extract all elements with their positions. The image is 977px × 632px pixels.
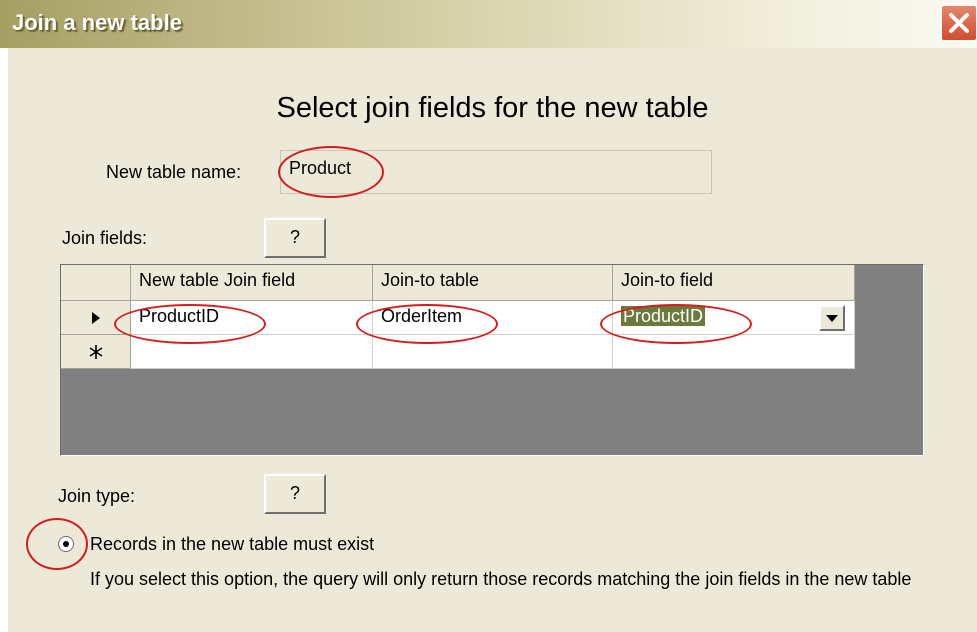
new-table-name-label: New table name: — [106, 162, 242, 182]
cell-value: OrderItem — [381, 306, 463, 326]
new-table-name-field[interactable]: Product — [280, 150, 712, 194]
close-icon — [949, 13, 969, 33]
records-must-exist-option-label[interactable]: Records in the new table must exist — [90, 534, 374, 555]
join-type-description: If you select this option, the query wil… — [90, 569, 912, 589]
new-table-name-value: Product — [289, 158, 352, 178]
new-row-cell[interactable] — [613, 335, 855, 369]
close-button[interactable] — [941, 5, 977, 41]
join-fields-label: Join fields: — [62, 228, 148, 248]
new-row-cell[interactable] — [131, 335, 373, 369]
dialog-heading: Select join fields for the new table — [276, 92, 709, 124]
new-record-asterisk-icon — [89, 345, 102, 359]
window-title: Join a new table — [12, 10, 182, 35]
join-fields-help-button[interactable]: ? — [264, 218, 326, 258]
chevron-down-icon — [826, 315, 838, 322]
join-table-dialog: Join a new table Select join fields for … — [0, 0, 977, 632]
dialog-body: Select join fields for the new table New… — [8, 48, 977, 632]
join-type-label: Join type: — [58, 486, 136, 506]
current-row-arrow-icon — [91, 312, 100, 324]
records-must-exist-radio[interactable] — [58, 536, 74, 552]
cell-new-table-join-field[interactable]: ProductID — [131, 301, 373, 335]
join-type-help-button[interactable]: ? — [264, 474, 326, 514]
cell-join-to-table[interactable]: OrderItem — [373, 301, 613, 335]
radio-selected-dot — [63, 541, 69, 547]
new-row-selector[interactable] — [61, 335, 131, 369]
join-to-field-dropdown-button[interactable] — [819, 305, 845, 331]
cell-value-selected: ProductID — [621, 306, 706, 326]
new-row-cell[interactable] — [373, 335, 613, 369]
row-selector[interactable] — [61, 301, 131, 335]
title-bar[interactable]: Join a new table — [0, 0, 977, 48]
column-header-new-table-join-field[interactable]: New table Join field — [131, 265, 373, 301]
column-header-join-to-table[interactable]: Join-to table — [373, 265, 613, 301]
column-header-join-to-field[interactable]: Join-to field — [613, 265, 855, 301]
grid-corner-header — [61, 265, 131, 301]
join-fields-grid[interactable]: New table Join field Join-to table Join-… — [60, 264, 924, 456]
annotation-circle — [26, 518, 88, 570]
cell-value: ProductID — [139, 306, 220, 326]
